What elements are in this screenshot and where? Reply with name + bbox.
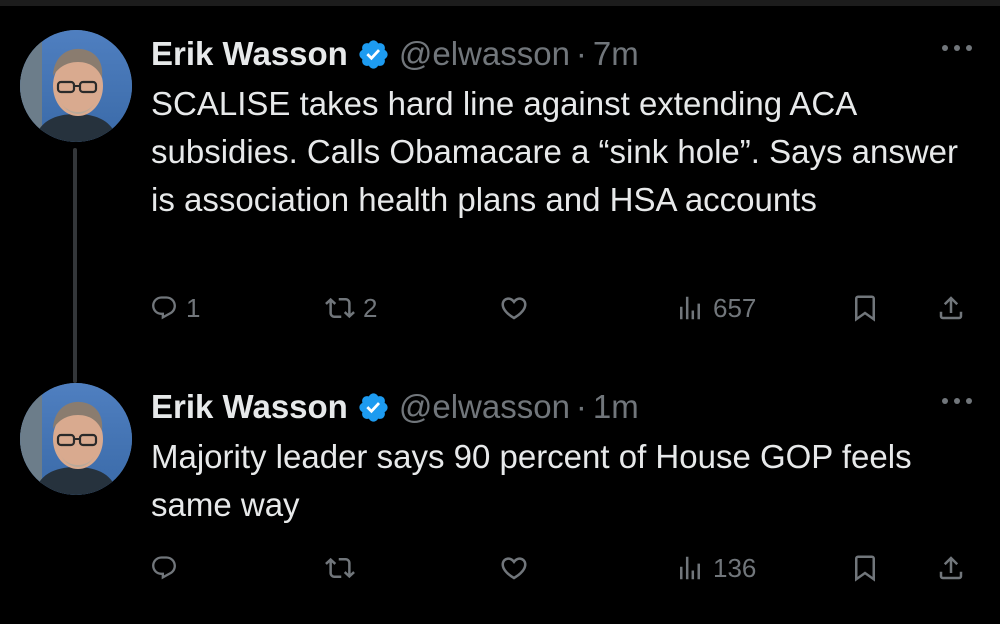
views-button[interactable]: 136 <box>675 546 756 590</box>
avatar[interactable] <box>20 30 132 142</box>
author-handle[interactable]: @elwasson <box>399 385 570 429</box>
like-button[interactable] <box>499 286 537 330</box>
reply-count: 1 <box>186 292 201 323</box>
timestamp[interactable]: 1m <box>593 385 639 429</box>
repost-button[interactable] <box>325 546 363 590</box>
separator-dot: · <box>575 35 587 72</box>
share-icon <box>936 293 966 323</box>
more-icon[interactable] <box>942 44 972 52</box>
repost-button[interactable]: 2 <box>325 286 377 330</box>
like-button[interactable] <box>499 546 537 590</box>
avatar[interactable] <box>20 383 132 495</box>
separator-dot: · <box>575 388 587 425</box>
tweet-header: Erik Wasson @elwasson · 1m <box>151 385 639 429</box>
action-bar: 136 <box>0 546 1000 590</box>
author-handle[interactable]: @elwasson <box>399 32 570 76</box>
reply-button[interactable] <box>150 546 186 590</box>
share-button[interactable] <box>936 286 966 330</box>
bookmark-icon <box>850 293 880 323</box>
views-count: 136 <box>713 552 757 583</box>
thread-screen: Erik Wasson @elwasson · 7m SCALISE takes… <box>0 0 1000 624</box>
tweet-text: SCALISE takes hard line against extendin… <box>151 85 968 218</box>
verified-badge-icon <box>357 391 390 424</box>
tweet-text: Majority leader says 90 percent of House… <box>151 438 921 523</box>
more-icon[interactable] <box>942 397 972 405</box>
author-name[interactable]: Erik Wasson <box>151 385 348 429</box>
like-icon <box>499 293 529 323</box>
thread-connector-line <box>73 148 77 383</box>
views-icon <box>675 293 705 323</box>
verified-badge-icon <box>357 38 390 71</box>
timestamp[interactable]: 7m <box>593 32 639 76</box>
share-button[interactable] <box>936 546 966 590</box>
reply-icon <box>150 294 178 322</box>
bookmark-button[interactable] <box>850 546 880 590</box>
reply-icon <box>150 554 178 582</box>
tweet-header: Erik Wasson @elwasson · 7m <box>151 32 639 76</box>
author-name[interactable]: Erik Wasson <box>151 32 348 76</box>
repost-icon <box>325 553 355 583</box>
views-button[interactable]: 657 <box>675 286 756 330</box>
top-divider <box>0 0 1000 6</box>
reply-button[interactable]: 1 <box>150 286 200 330</box>
action-bar: 1 2 657 <box>0 286 1000 330</box>
share-icon <box>936 553 966 583</box>
repost-icon <box>325 293 355 323</box>
views-icon <box>675 553 705 583</box>
bookmark-icon <box>850 553 880 583</box>
views-count: 657 <box>713 292 757 323</box>
bookmark-button[interactable] <box>850 286 880 330</box>
like-icon <box>499 553 529 583</box>
repost-count: 2 <box>363 292 378 323</box>
